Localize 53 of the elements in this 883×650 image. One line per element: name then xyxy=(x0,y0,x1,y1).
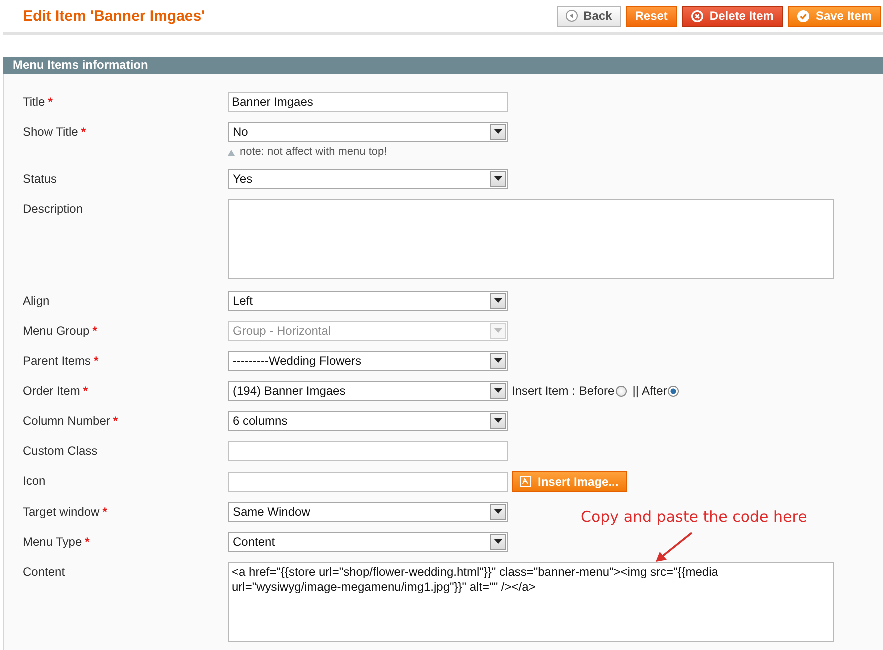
radio-label: After xyxy=(642,384,668,398)
field-label: Target window xyxy=(23,505,100,519)
text-field[interactable] xyxy=(228,441,508,461)
field-label: Order Item xyxy=(23,384,80,398)
field-note: note: not affect with menu top! xyxy=(240,146,388,159)
required-mark: * xyxy=(83,384,88,398)
delete-button[interactable]: Delete Item xyxy=(682,6,783,26)
text-area[interactable] xyxy=(228,199,834,279)
field-label: Menu Type xyxy=(23,535,82,549)
field-label: Show Title xyxy=(23,125,78,139)
field-label: Custom Class xyxy=(23,444,98,458)
back-button[interactable]: Back xyxy=(556,6,622,26)
radio-button[interactable] xyxy=(668,386,680,396)
dropdown[interactable]: Left xyxy=(228,291,508,311)
dropdown[interactable]: Yes xyxy=(228,169,508,189)
field-label: Icon xyxy=(23,474,46,488)
field-label: Status xyxy=(23,172,58,186)
text-field[interactable]: Banner Imgaes xyxy=(228,92,508,112)
required-mark: * xyxy=(81,125,86,139)
text-area[interactable]: <a href="{{store url="shop/flower-wedding.html"}}" class="banner-menu"><img src="{{media url="wysiwyg/image-megamenu/img1.jpg"}}" alt="" /></a> xyxy=(228,562,834,642)
back-icon xyxy=(566,10,578,22)
field-label: Align xyxy=(23,294,50,308)
radio-button[interactable] xyxy=(616,386,627,396)
image-icon xyxy=(520,476,531,487)
field-label: Column Number xyxy=(23,414,110,428)
annotation-text: Copy and paste the code here xyxy=(581,508,808,526)
insert-item-label: Insert Item : xyxy=(512,384,576,398)
required-mark: * xyxy=(113,414,118,428)
separator-text: || xyxy=(632,384,639,398)
required-mark: * xyxy=(94,354,99,368)
required-mark: * xyxy=(85,535,90,549)
check-icon xyxy=(796,10,810,22)
field-label: Title xyxy=(23,95,46,109)
dropdown[interactable]: (194) Banner Imgaes xyxy=(228,381,508,401)
dropdown[interactable]: Content xyxy=(228,532,508,552)
page-title: Edit Item 'Banner Imgaes' xyxy=(23,8,206,24)
section-header: Menu Items information xyxy=(3,57,883,74)
delete-icon xyxy=(690,10,704,22)
field-label: Menu Group xyxy=(23,324,90,338)
field-label: Description xyxy=(23,202,84,216)
required-mark: * xyxy=(102,505,108,519)
triangle-icon xyxy=(228,150,235,156)
radio-label: Before xyxy=(579,384,615,398)
dropdown[interactable]: 6 columns xyxy=(228,411,508,431)
required-mark: * xyxy=(48,95,53,109)
text-field[interactable] xyxy=(228,472,508,492)
required-mark: * xyxy=(92,324,98,338)
dropdown[interactable]: ---------Wedding Flowers xyxy=(228,351,508,371)
dropdown[interactable]: No xyxy=(228,122,508,142)
dropdown[interactable]: Same Window xyxy=(228,502,508,522)
field-label: Parent Items xyxy=(23,354,92,368)
annotation-arrow xyxy=(656,532,693,562)
field-label: Content xyxy=(23,565,66,579)
